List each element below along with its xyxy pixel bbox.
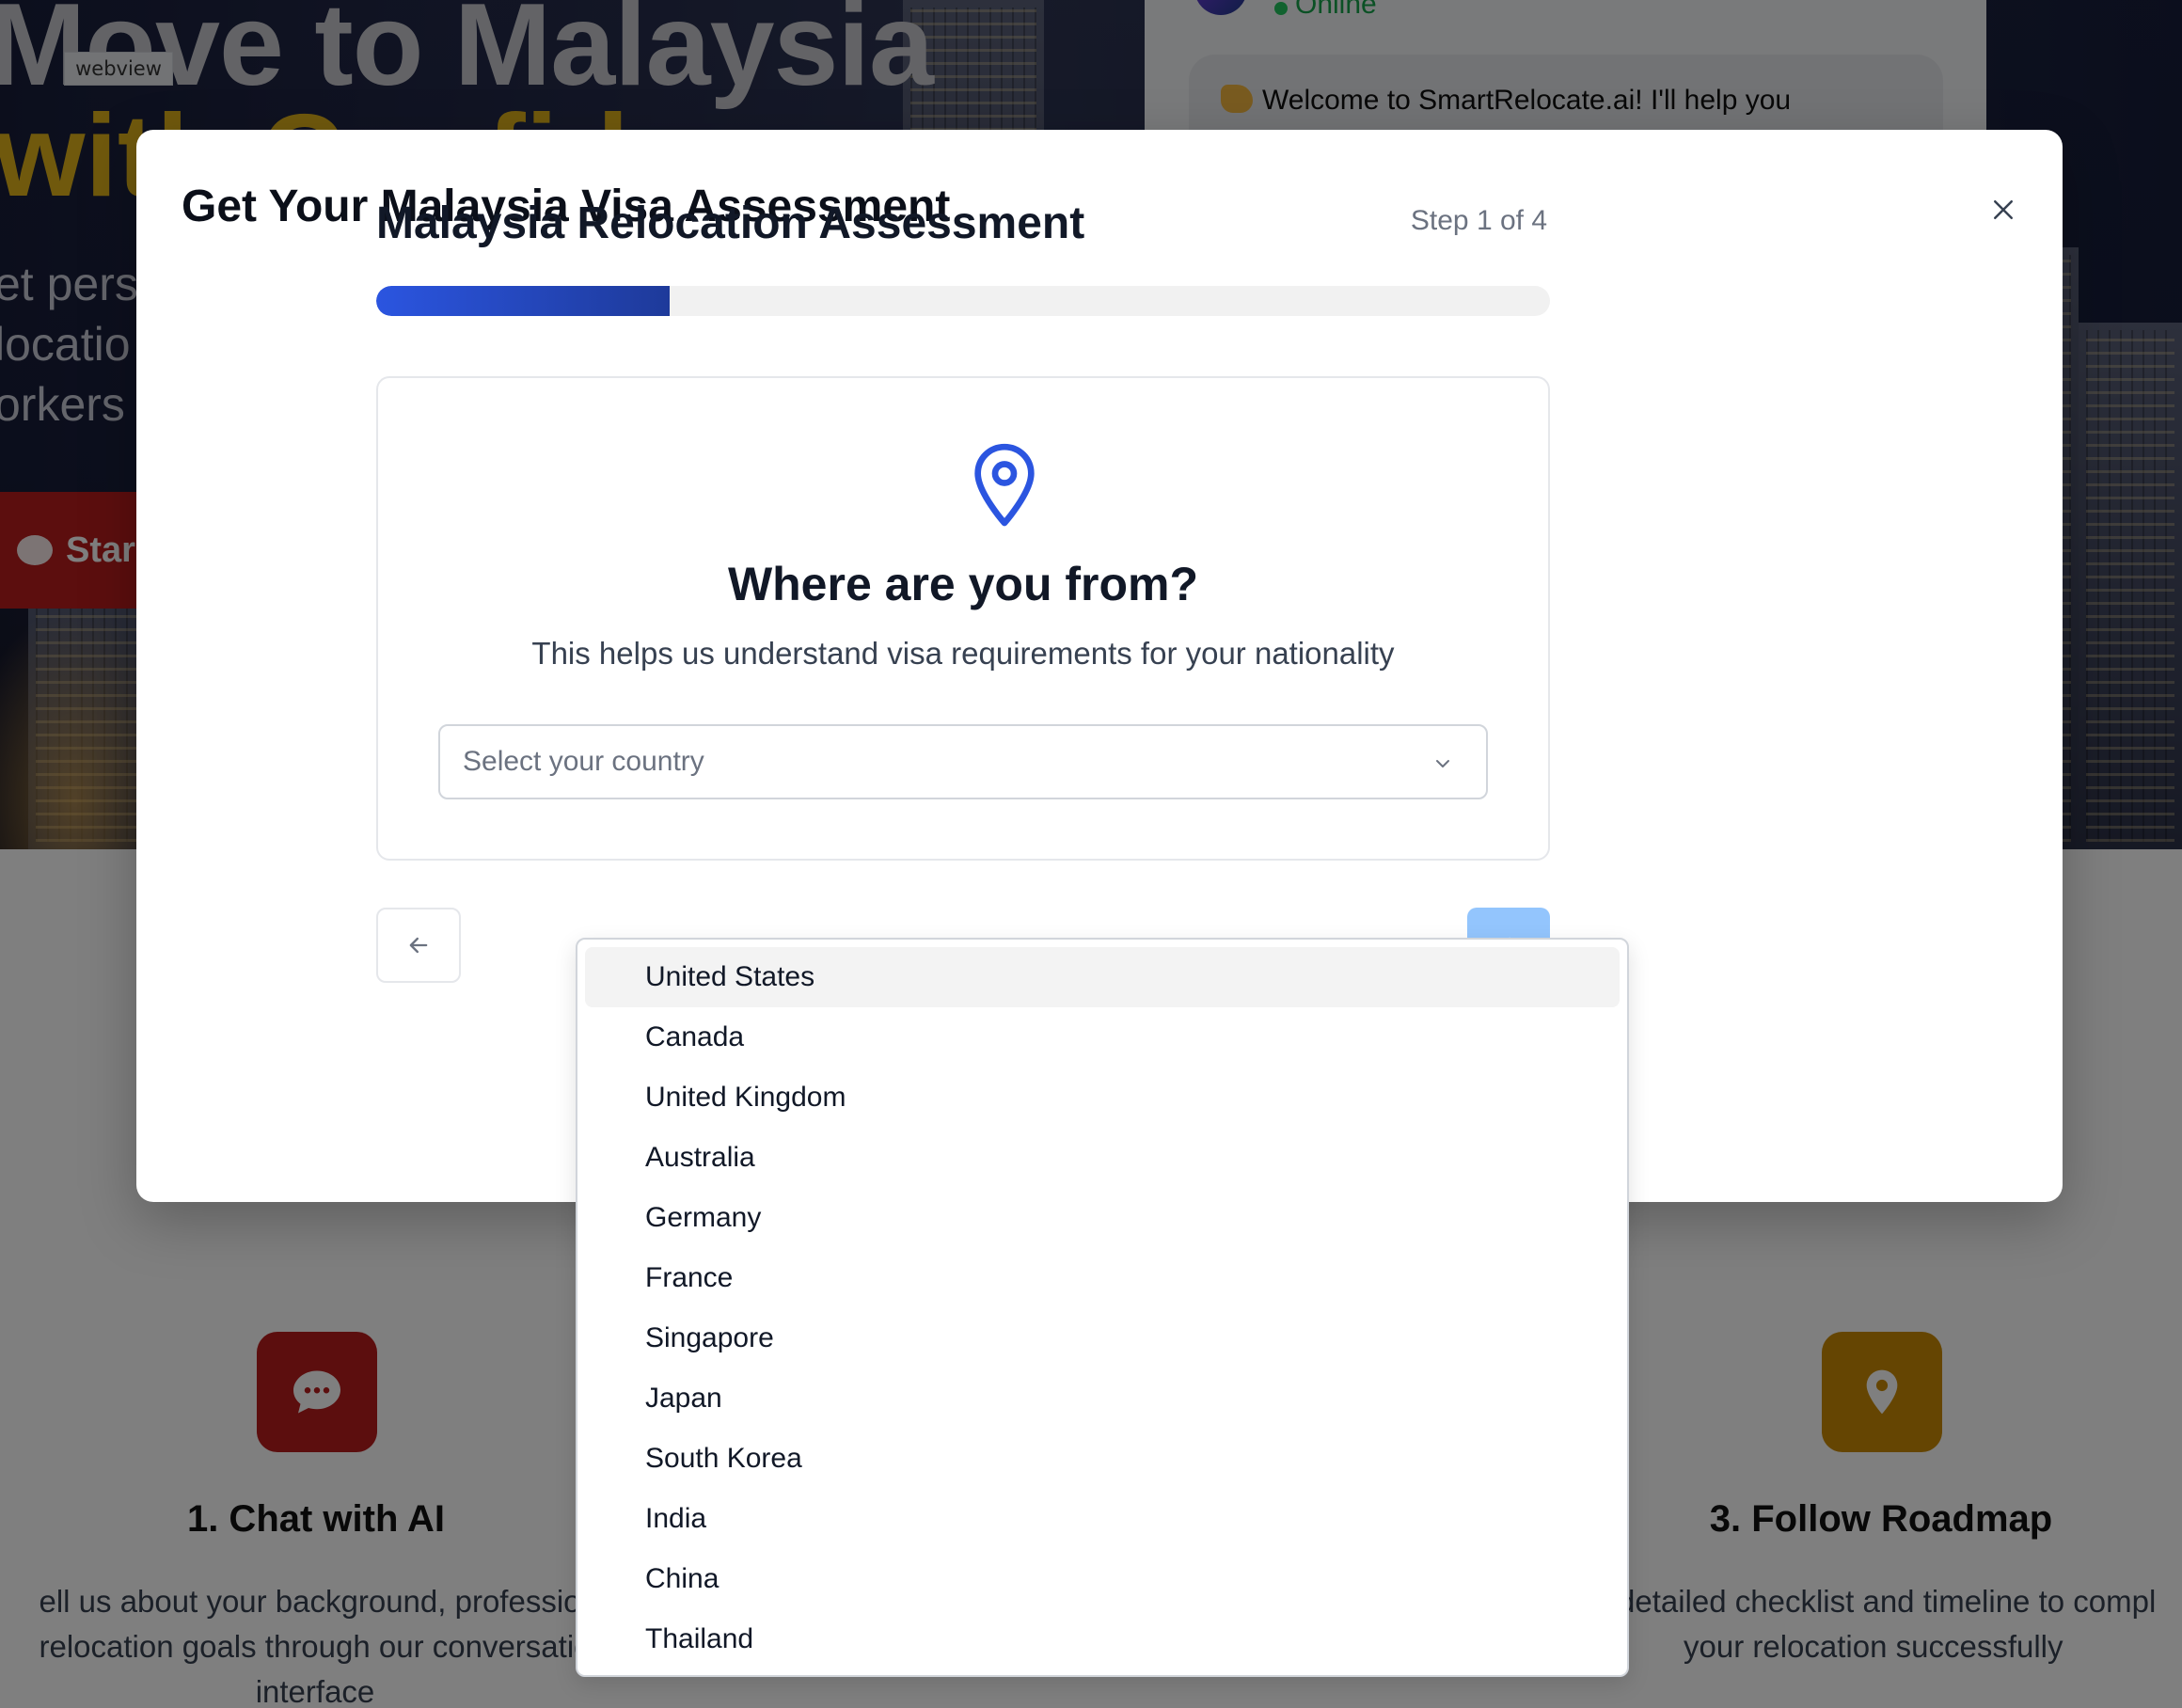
back-button[interactable] bbox=[376, 908, 461, 983]
country-option[interactable]: France bbox=[585, 1248, 1620, 1308]
country-option[interactable]: South Korea bbox=[585, 1429, 1620, 1489]
progress-bar bbox=[376, 286, 1550, 316]
question-heading: Where are you from? bbox=[727, 558, 1199, 610]
chevron-down-icon bbox=[1436, 760, 1449, 767]
country-option[interactable]: Singapore bbox=[585, 1308, 1620, 1368]
country-option[interactable]: Thailand bbox=[585, 1609, 1620, 1669]
country-option[interactable]: Australia bbox=[585, 1128, 1620, 1188]
close-button[interactable] bbox=[1980, 186, 2027, 233]
country-option[interactable]: Canada bbox=[585, 1007, 1620, 1068]
map-pin-icon bbox=[974, 443, 1035, 527]
progress-bar-fill bbox=[376, 286, 670, 316]
assessment-title: Malaysia Relocation Assessment bbox=[376, 198, 1085, 248]
country-option[interactable]: United States bbox=[585, 947, 1620, 1007]
country-option[interactable]: China bbox=[585, 1549, 1620, 1609]
country-dropdown-list: United States Canada United Kingdom Austral… bbox=[576, 938, 1629, 1677]
country-option[interactable]: United Kingdom bbox=[585, 1068, 1620, 1128]
arrow-left-icon bbox=[409, 937, 428, 954]
country-option[interactable]: India bbox=[585, 1489, 1620, 1549]
country-option[interactable]: Germany bbox=[585, 1188, 1620, 1248]
step-indicator: Step 1 of 4 bbox=[1410, 205, 1547, 236]
country-option[interactable]: Japan bbox=[585, 1368, 1620, 1429]
country-select-placeholder: Select your country bbox=[463, 746, 704, 777]
country-select[interactable]: Select your country bbox=[438, 724, 1488, 799]
close-icon bbox=[1994, 200, 2013, 219]
question-description: This helps us understand visa requiremen… bbox=[531, 636, 1395, 671]
